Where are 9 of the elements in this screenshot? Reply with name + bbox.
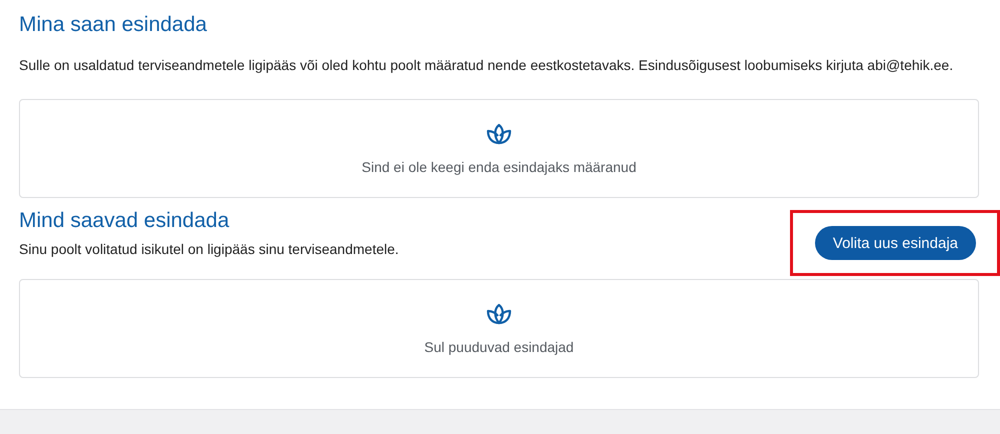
section-heading: Mind saavad esindada bbox=[19, 208, 230, 234]
lotus-icon bbox=[486, 302, 512, 324]
lotus-icon bbox=[486, 122, 512, 144]
section-description: Sinu poolt volitatud isikutel on ligipääs sinu terviseandmetele. bbox=[19, 240, 399, 258]
section-description: Sulle on usaldatud terviseandmetele ligipääs või oled kohtu poolt määratud nende eestkostetavaks. Esindusõigusest loobumiseks kirjuta abi@tehik.ee. bbox=[19, 56, 954, 75]
add-representative-button[interactable]: Volita uus esindaja bbox=[814, 226, 976, 260]
empty-state-message: Sul puuduvad esindajad bbox=[424, 338, 574, 354]
section-heading: Mina saan esindada bbox=[19, 12, 207, 38]
empty-state-message: Sind ei ole keegi enda esindajaks määranud bbox=[362, 158, 636, 174]
